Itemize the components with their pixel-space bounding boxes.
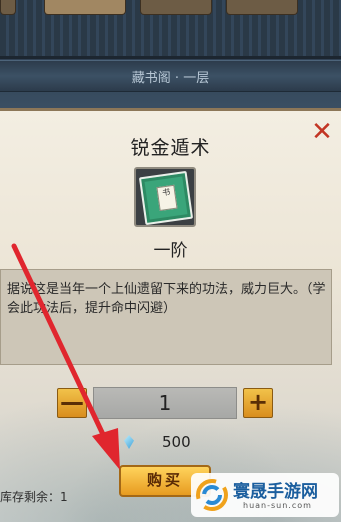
price-row: 500 (0, 431, 341, 455)
diamond-gem-icon (124, 435, 134, 449)
green-book-icon: 书 (138, 170, 194, 226)
page-title: 藏书阁 · 一层 (131, 71, 210, 86)
skill-description: 据说这是当年一个上仙遗留下来的功法，威力巨大。（学会此功法后，提升命中闪避） (7, 282, 326, 316)
site-logo-icon (196, 479, 228, 511)
description-box: 据说这是当年一个上仙遗留下来的功法，威力巨大。（学会此功法后，提升命中闪避） (0, 269, 332, 365)
skill-rank: 一阶 (153, 241, 188, 261)
skill-book-slot: 书 (134, 167, 196, 227)
site-watermark: 寰晟手游网 huan-sun.com (191, 473, 339, 517)
top-tab-1[interactable] (0, 0, 16, 15)
quantity-stepper: — 1 + (0, 387, 341, 419)
top-tab-3[interactable] (140, 0, 212, 15)
stock-remaining: 库存剩余：1 (0, 490, 68, 504)
skill-name: 锐金遁术 (130, 137, 211, 159)
header-bar: 藏书阁 · 一层 (0, 60, 341, 92)
top-tab-4[interactable] (226, 0, 298, 15)
watermark-url: huan-sun.com (243, 501, 312, 510)
watermark-name: 寰晟手游网 (233, 482, 318, 502)
decrease-button[interactable]: — (57, 388, 87, 418)
price-value: 500 (162, 433, 191, 451)
book-label: 书 (156, 184, 178, 211)
increase-button[interactable]: + (243, 388, 273, 418)
top-bar: 藏书阁 · 一层 (0, 0, 341, 110)
top-tab-2[interactable] (44, 0, 126, 15)
skill-detail-panel: ✕ 锐金遁术 书 一阶 据说这是当年一个上仙遗留下来的功法，威力巨大。（学会此功… (0, 108, 341, 522)
quantity-field[interactable]: 1 (93, 387, 237, 419)
